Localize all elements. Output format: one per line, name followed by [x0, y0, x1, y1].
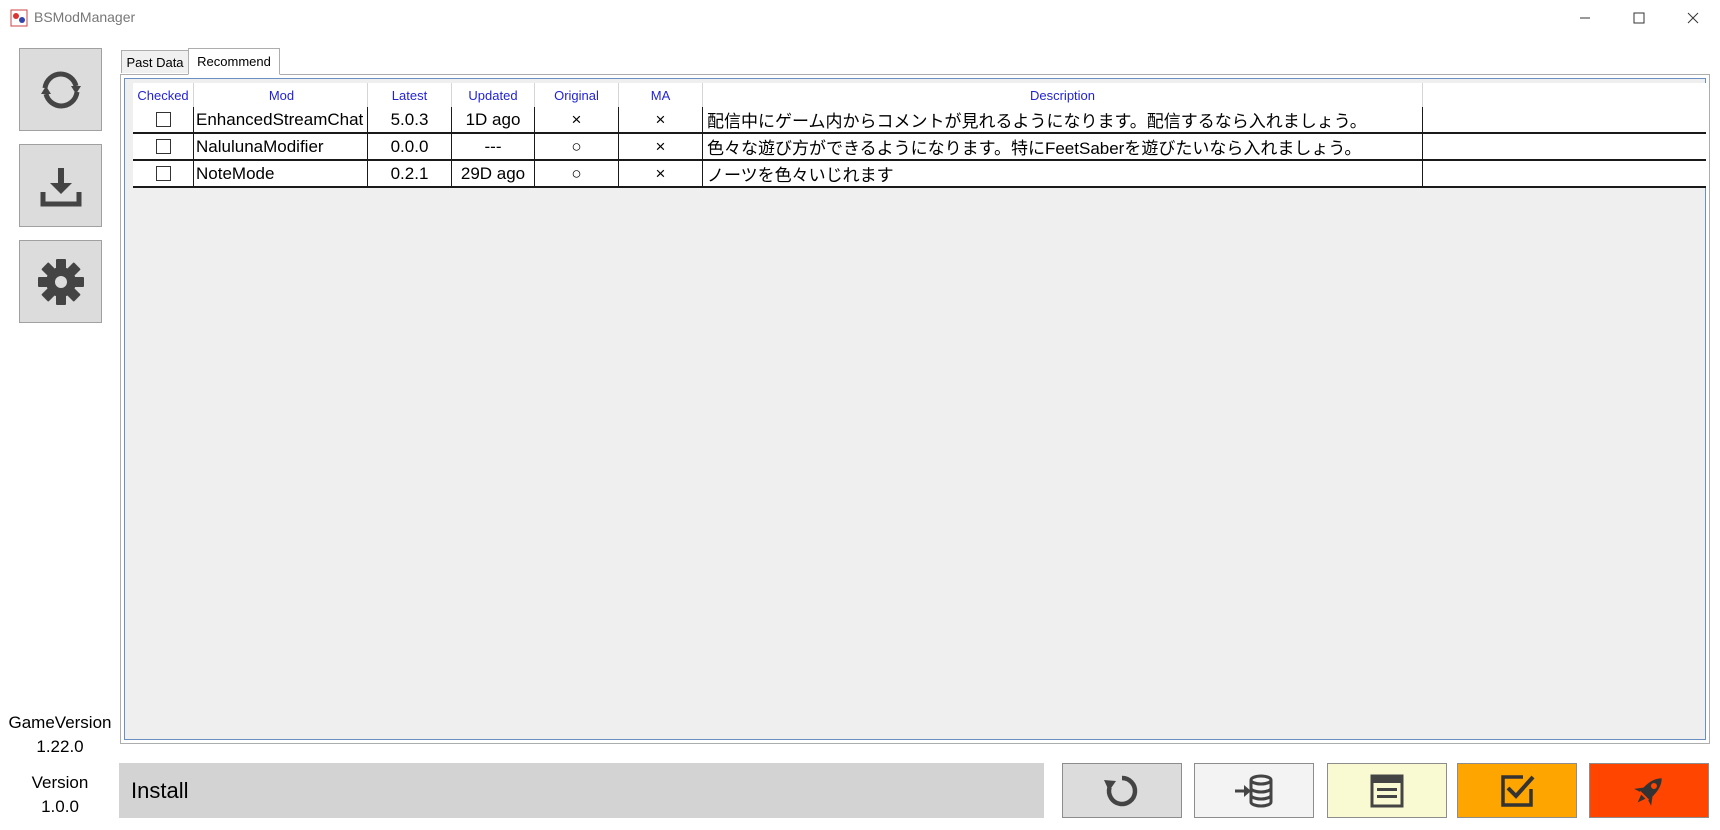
layout-icon [1370, 774, 1404, 807]
column-header-original[interactable]: Original [535, 83, 619, 107]
row-checkbox[interactable] [155, 166, 171, 181]
game-version-label: GameVersion [8, 713, 112, 732]
latest-version-cell: 0.0.0 [368, 134, 452, 159]
minimize-icon [1580, 17, 1590, 19]
window-title: BSModManager [34, 9, 136, 25]
mod-grid-area: Checked Mod Latest Updated Original MA D… [124, 78, 1706, 740]
description-cell: 配信中にゲーム内からコメントが見れるようになります。配信するなら入れましょう。 [703, 107, 1423, 132]
column-header-ma[interactable]: MA [619, 83, 703, 107]
table-row[interactable]: NoteMode 0.2.1 29D ago ○ × ノーツを色々いじれます [133, 161, 1706, 188]
refresh-button[interactable] [19, 48, 102, 131]
filler-cell [1423, 107, 1706, 132]
title-bar: BSModManager [0, 0, 1720, 36]
minimize-button[interactable] [1558, 0, 1612, 36]
download-icon [40, 167, 81, 206]
download-button[interactable] [19, 144, 102, 227]
original-cell: × [535, 107, 619, 132]
database-import-icon [1235, 774, 1273, 807]
close-button[interactable] [1666, 0, 1720, 36]
mod-name-cell: EnhancedStreamChat [194, 107, 368, 132]
layout-button[interactable] [1327, 763, 1447, 818]
gear-icon [37, 258, 84, 305]
column-header-updated[interactable]: Updated [452, 83, 535, 107]
status-bar: Install [119, 763, 1044, 818]
import-database-button[interactable] [1194, 763, 1314, 818]
game-version-value: 1.22.0 [36, 737, 84, 756]
filler-cell [1423, 134, 1706, 159]
latest-version-cell: 0.2.1 [368, 161, 452, 186]
tab-past-data[interactable]: Past Data [121, 50, 189, 73]
ma-cell: × [619, 107, 703, 132]
description-cell: ノーツを色々いじれます [703, 161, 1423, 186]
check-all-button[interactable] [1457, 763, 1577, 818]
mod-name-cell: NalulunaModifier [194, 134, 368, 159]
original-cell: ○ [535, 134, 619, 159]
row-checkbox[interactable] [155, 112, 171, 127]
launch-button[interactable] [1589, 763, 1709, 818]
table-row[interactable]: EnhancedStreamChat 5.0.3 1D ago × × 配信中に… [133, 107, 1706, 134]
rocket-icon [1634, 777, 1662, 806]
mod-grid: Checked Mod Latest Updated Original MA D… [133, 83, 1706, 188]
refresh-icon [40, 70, 81, 109]
reload-icon [1104, 775, 1138, 806]
version-value: 1.0.0 [41, 797, 79, 816]
column-header-filler [1423, 83, 1706, 107]
mod-name-cell: NoteMode [194, 161, 368, 186]
checked-cell[interactable] [133, 107, 194, 132]
ma-cell: × [619, 161, 703, 186]
column-header-latest[interactable]: Latest [368, 83, 452, 107]
updated-cell: 1D ago [452, 107, 535, 132]
filler-cell [1423, 161, 1706, 186]
grid-header: Checked Mod Latest Updated Original MA D… [133, 83, 1706, 107]
ma-cell: × [619, 134, 703, 159]
tab-recommend[interactable]: Recommend [188, 48, 280, 75]
description-cell: 色々な遊び方ができるようになります。特にFeetSaberを遊びたいなら入れまし… [703, 134, 1423, 159]
version-label: Version [31, 773, 89, 792]
latest-version-cell: 5.0.3 [368, 107, 452, 132]
check-box-icon [1501, 774, 1535, 807]
checked-cell[interactable] [133, 161, 194, 186]
maximize-button[interactable] [1612, 0, 1666, 36]
row-checkbox[interactable] [155, 139, 171, 154]
column-header-checked[interactable]: Checked [133, 83, 194, 107]
updated-cell: --- [452, 134, 535, 159]
recommend-panel: Checked Mod Latest Updated Original MA D… [120, 74, 1710, 744]
checked-cell[interactable] [133, 134, 194, 159]
column-header-mod[interactable]: Mod [194, 83, 368, 107]
table-row[interactable]: NalulunaModifier 0.0.0 --- ○ × 色々な遊び方ができ… [133, 134, 1706, 161]
maximize-icon [1633, 12, 1645, 24]
original-cell: ○ [535, 161, 619, 186]
settings-button[interactable] [19, 240, 102, 323]
column-header-description[interactable]: Description [703, 83, 1423, 107]
app-logo-icon [10, 9, 28, 27]
close-icon [1687, 12, 1699, 24]
updated-cell: 29D ago [452, 161, 535, 186]
reload-button[interactable] [1062, 763, 1182, 818]
